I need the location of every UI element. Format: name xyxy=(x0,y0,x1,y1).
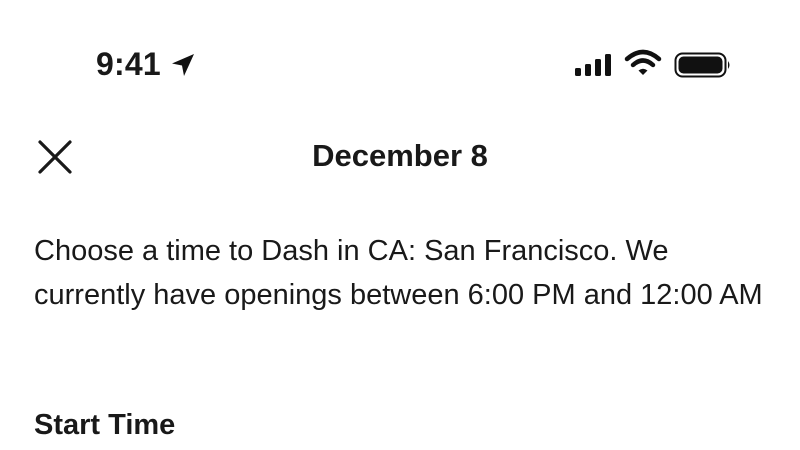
location-arrow-icon xyxy=(172,54,194,76)
schedule-screen: 9:41 December 8 Choose a time to Dash in… xyxy=(0,0,800,450)
wifi-icon xyxy=(624,49,662,75)
close-button[interactable] xyxy=(30,132,80,182)
battery-icon xyxy=(674,52,730,78)
page-title: December 8 xyxy=(312,138,488,173)
cellular-signal-icon xyxy=(575,54,611,76)
status-bar: 9:41 xyxy=(0,0,800,100)
close-icon xyxy=(38,140,72,174)
start-time-label: Start Time xyxy=(34,409,176,441)
availability-description: Choose a time to Dash in CA: San Francis… xyxy=(34,235,763,311)
status-time: 9:41 xyxy=(96,46,161,82)
